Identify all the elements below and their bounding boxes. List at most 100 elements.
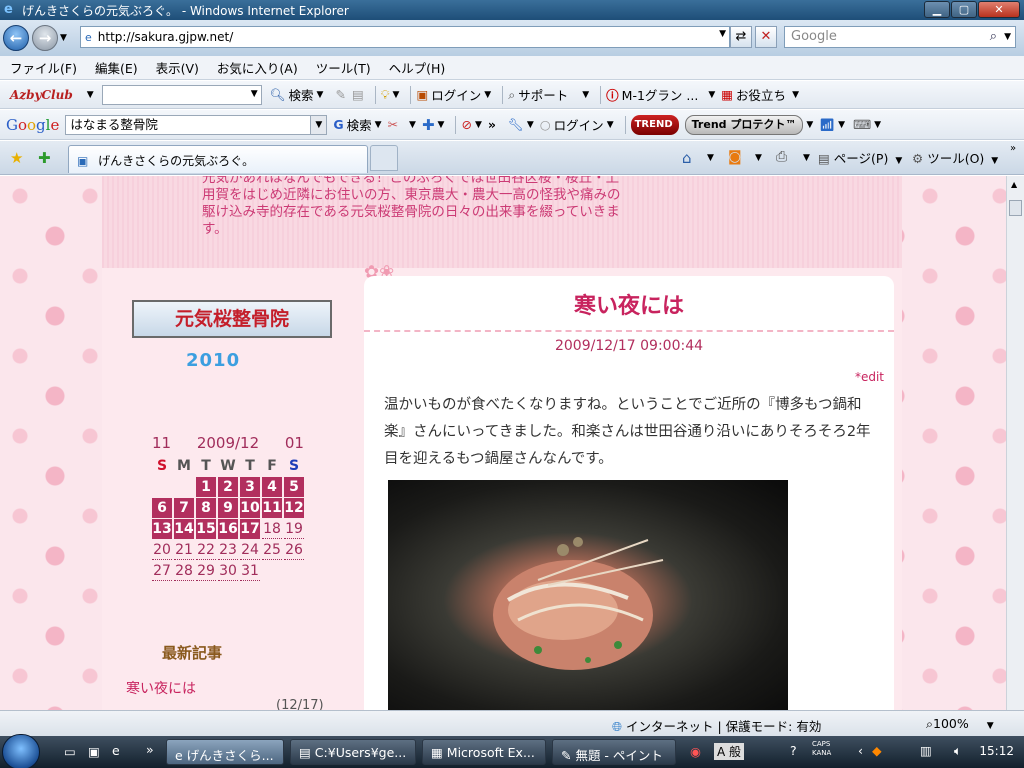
azby-support-button[interactable]: ⌕ サポート ▼ (508, 85, 589, 104)
azby-search-options-icon[interactable]: ▼ (317, 90, 324, 100)
page-menu-button[interactable]: ▤ ページ(P) ▼ (818, 148, 902, 167)
trend-protect-button[interactable]: Trend プロテクト™ ▼ (684, 114, 813, 135)
calendar-prev-link[interactable]: 11 (152, 434, 171, 452)
menu-file[interactable]: ファイル(F) (0, 58, 85, 77)
tray-security-icon[interactable]: ◆ (872, 743, 882, 758)
azby-logo[interactable]: AzbyClub (10, 88, 73, 102)
calendar-day[interactable]: 3 (240, 477, 260, 497)
scroll-up-icon[interactable]: ▲ (1011, 180, 1017, 189)
more-chevron-icon[interactable]: » (488, 117, 496, 132)
back-button[interactable]: ← (3, 25, 29, 51)
trend-micro-logo[interactable]: TREND (630, 114, 679, 135)
new-tab-button[interactable] (370, 145, 398, 171)
google-logo[interactable]: Google (6, 116, 59, 134)
azby-search-dropdown-icon[interactable]: ▼ (251, 89, 258, 99)
forward-button[interactable]: → (32, 25, 58, 51)
print-icon[interactable]: ⎙ (776, 149, 787, 165)
plus-icon[interactable]: ✚ (422, 116, 435, 134)
scrollbar-thumb[interactable] (1009, 200, 1022, 216)
favorites-star-icon[interactable]: ★ (10, 149, 23, 167)
calendar-day[interactable]: 1 (196, 477, 216, 497)
search-icon[interactable]: ⌕ (990, 27, 997, 47)
start-button[interactable] (2, 734, 40, 768)
task-explorer[interactable]: ▤ C:¥Users¥ge... (290, 739, 416, 765)
home-icon[interactable]: ⌂ (682, 149, 692, 167)
menu-edit[interactable]: 編集(E) (85, 58, 146, 77)
task-ie[interactable]: e げんきさくら... (166, 739, 284, 765)
web-page-viewport[interactable]: 元気があればなんでもできる！このぶろぐでは世田谷区桜・桜丘・上用賀をはじめ近隣に… (0, 176, 1006, 710)
bookmark-icon[interactable]: ✂ (388, 117, 398, 132)
calendar-day[interactable]: 5 (284, 477, 304, 497)
wrench-icon[interactable]: 🔧︎ (508, 117, 524, 133)
calendar-day[interactable]: 13 (152, 519, 172, 539)
highlighter-icon[interactable]: ✎ (335, 87, 345, 102)
print-dropdown-icon[interactable]: ▼ (803, 153, 810, 163)
post-title[interactable]: 寒い夜には (364, 288, 894, 320)
calendar-day[interactable]: 6 (152, 498, 172, 518)
network-icon[interactable]: ▥ (920, 743, 932, 758)
azby-tips-button[interactable]: 💡︎ ▼ (381, 87, 400, 103)
menu-tools[interactable]: ツール(T) (306, 58, 379, 77)
azby-search-input[interactable]: ▼ (101, 84, 262, 105)
latest-post-link[interactable]: 寒い夜には (126, 678, 196, 698)
google-search-dropdown-icon[interactable]: ▼ (310, 115, 327, 134)
help-icon[interactable]: ? (790, 743, 797, 758)
calendar-day[interactable]: 16 (218, 519, 238, 539)
google-login-button[interactable]: ○ ログイン ▼ (540, 115, 614, 134)
search-input[interactable]: Google ⌕ ▼ (784, 26, 1016, 48)
google-search-input[interactable]: はなまる整骨院 ▼ (65, 114, 328, 135)
stop-button[interactable]: ✕ (755, 26, 777, 48)
azby-logo-dropdown-icon[interactable]: ▼ (87, 90, 94, 100)
address-dropdown-icon[interactable]: ▼ (719, 29, 726, 39)
calendar-day[interactable]: 11 (262, 498, 282, 518)
calendar-day[interactable]: 8 (196, 498, 216, 518)
task-excel[interactable]: ▦ Microsoft Ex... (422, 739, 546, 765)
show-desktop-icon[interactable]: ▭ (64, 744, 76, 759)
rss-feed-icon[interactable]: ◙ (728, 149, 742, 165)
calendar-day[interactable]: 9 (218, 498, 238, 518)
clinic-banner[interactable]: 元気桜整骨院 (132, 300, 332, 338)
calendar-day[interactable]: 4 (262, 477, 282, 497)
system-clock[interactable]: 15:12 (979, 744, 1014, 758)
search-dropdown-icon[interactable]: ▼ (1004, 27, 1011, 47)
close-button[interactable]: ✕ (978, 1, 1020, 18)
tray-app-icon[interactable]: ◉ (690, 744, 701, 759)
switch-windows-icon[interactable]: ▣ (88, 744, 100, 759)
zoom-control[interactable]: ⌕100% ▼ (926, 716, 994, 732)
ie-quicklaunch-icon[interactable]: e (112, 743, 120, 758)
recent-pages-dropdown-icon[interactable]: ▼ (60, 33, 67, 43)
edit-link[interactable]: *edit (855, 370, 884, 384)
calendar-day[interactable]: 15 (196, 519, 216, 539)
menu-view[interactable]: 表示(V) (146, 58, 207, 77)
calendar-day[interactable]: 17 (240, 519, 260, 539)
volume-icon[interactable]: 🔈︎ (954, 743, 962, 759)
calendar-day[interactable]: 2 (218, 477, 238, 497)
vertical-scrollbar[interactable]: ▲ (1006, 176, 1024, 710)
calendar-day[interactable]: 7 (174, 498, 194, 518)
rss-dropdown-icon[interactable]: ▼ (755, 153, 762, 163)
quicklaunch-overflow-icon[interactable]: » (146, 742, 154, 757)
wifi-warning-icon[interactable]: 📶︎ (819, 117, 835, 133)
ime-indicator[interactable]: A 般 (714, 743, 745, 760)
maximize-button[interactable]: ▢ (951, 1, 977, 18)
menu-help[interactable]: ヘルプ(H) (379, 58, 454, 77)
minimize-button[interactable]: ▁ (924, 1, 950, 18)
add-favorites-icon[interactable]: ✚ (38, 149, 51, 167)
azby-search-button[interactable]: 🔍︎ 検索 ▼ (270, 85, 324, 104)
keyboard-icon[interactable]: ⌨ (853, 117, 871, 132)
home-dropdown-icon[interactable]: ▼ (707, 153, 714, 163)
tray-expand-icon[interactable]: ‹ (858, 743, 863, 758)
azby-useful-button[interactable]: ▦ お役立ち ▼ (721, 85, 799, 104)
popup-blocker-icon[interactable]: ⊘ (461, 117, 471, 132)
address-bar[interactable]: e http://sakura.gjpw.net/ ▼ (80, 26, 730, 48)
tools-menu-button[interactable]: ⚙ ツール(O) ▼ (912, 148, 998, 167)
clip-icon[interactable]: ▤ (352, 87, 364, 102)
calendar-next-link[interactable]: 01 (285, 434, 304, 452)
calendar-day[interactable]: 10 (240, 498, 260, 518)
google-search-button[interactable]: G 検索 ▼ (333, 115, 381, 134)
calendar-day[interactable]: 12 (284, 498, 304, 518)
tab-active[interactable]: ▣ げんきさくらの元気ぶろぐ。 (68, 145, 368, 173)
azby-m1-button[interactable]: ⓘ M-1グラン ... ▼ (606, 85, 715, 104)
refresh-button[interactable]: ⇄ (730, 26, 752, 48)
toolbar-overflow-icon[interactable]: » (1010, 143, 1016, 154)
